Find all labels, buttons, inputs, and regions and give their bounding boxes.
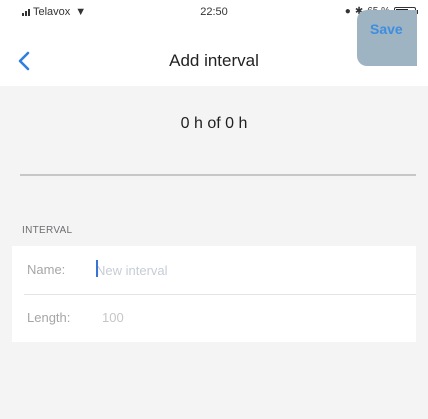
name-row: Name: bbox=[12, 246, 416, 294]
text-cursor bbox=[96, 260, 98, 277]
divider bbox=[20, 174, 416, 176]
name-input[interactable] bbox=[96, 259, 396, 281]
save-button[interactable] bbox=[357, 10, 417, 66]
length-input[interactable]: 100 bbox=[102, 310, 124, 325]
location-icon: ● bbox=[344, 6, 351, 17]
interval-summary: 0 h of 0 h bbox=[180, 115, 248, 132]
interval-form: Name: Length: 100 bbox=[12, 246, 416, 342]
save-button-label[interactable]: Save bbox=[370, 21, 403, 37]
length-row: Length: 100 bbox=[12, 294, 416, 342]
length-label: Length: bbox=[27, 310, 71, 325]
name-label: Name: bbox=[27, 262, 66, 277]
section-header: INTERVAL bbox=[22, 225, 73, 236]
